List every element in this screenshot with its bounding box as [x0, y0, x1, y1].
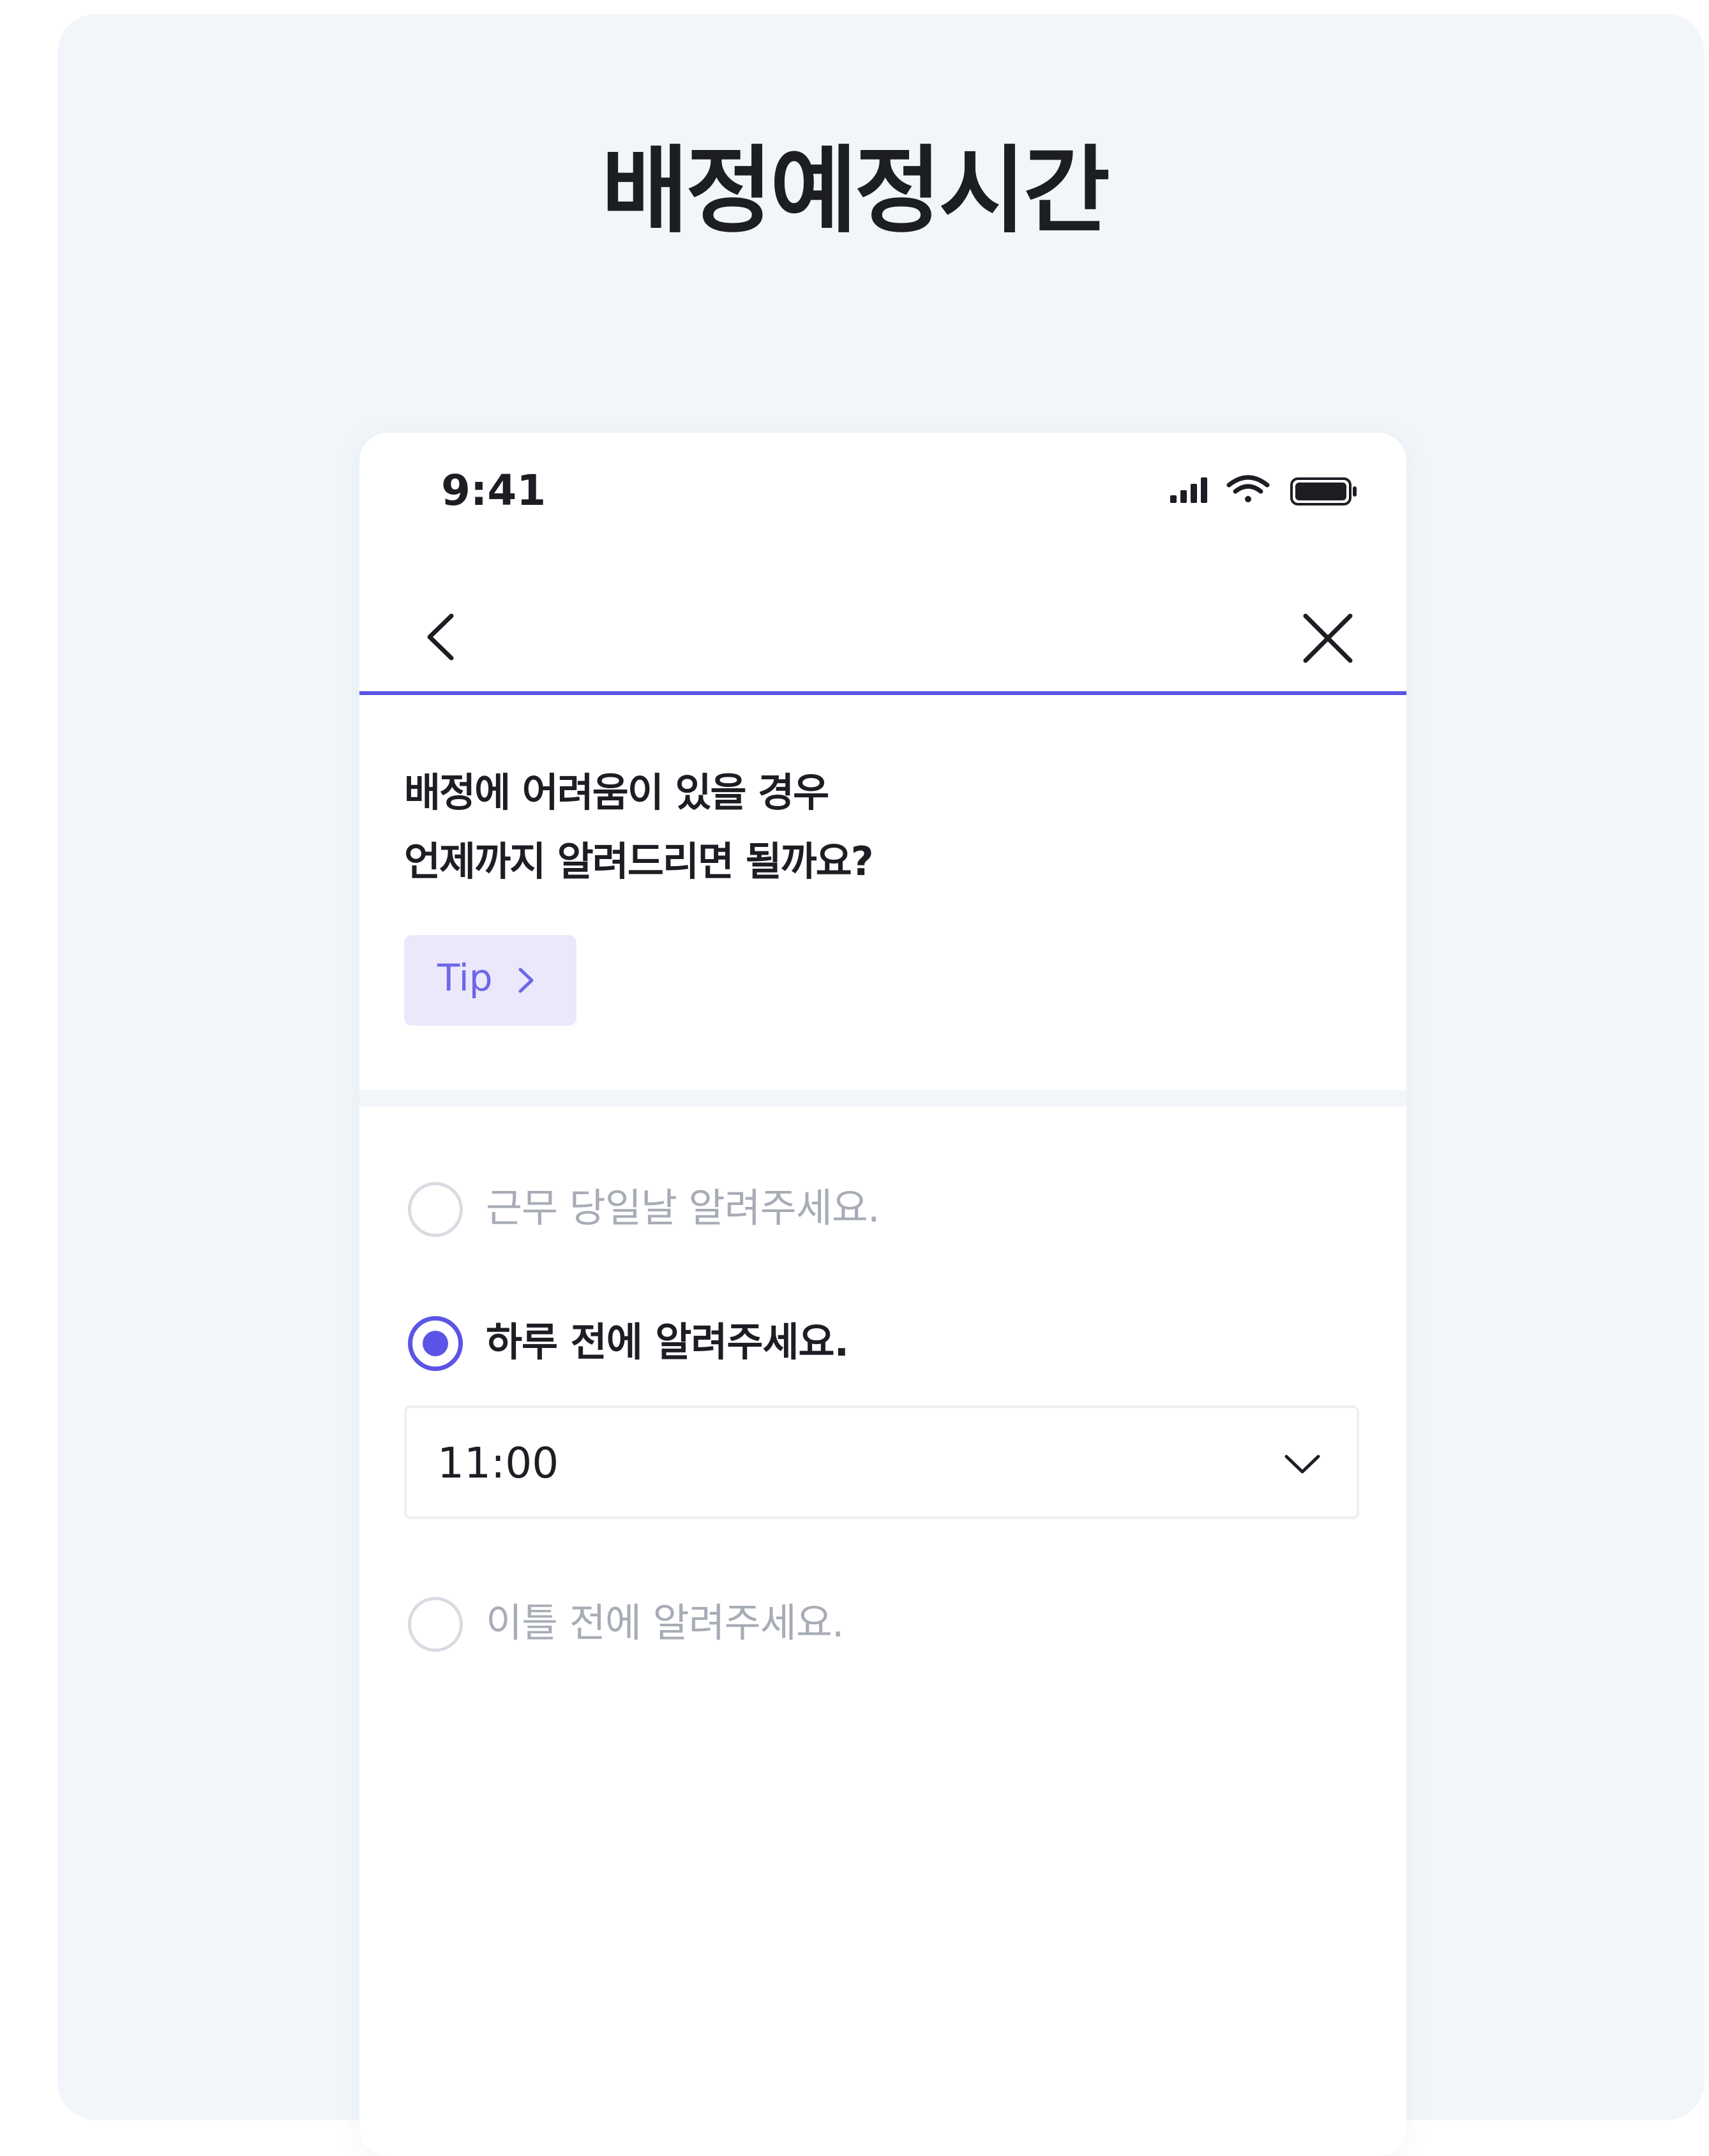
section-divider [359, 1090, 1406, 1107]
option-one-day-before[interactable]: 하루 전에 알려주세요. [408, 1314, 1302, 1375]
status-icons [1170, 475, 1357, 505]
navigation-bar [359, 583, 1406, 695]
tip-button[interactable]: Tip [404, 935, 576, 1026]
chevron-left-icon[interactable] [414, 608, 472, 666]
radio-button[interactable] [408, 1597, 463, 1652]
page-title: 배정예정시간 [601, 136, 1110, 246]
phone-screen: 9:41 배정에 어려움이 있을 경우 언제까지 알려드리면 될까요? Tip … [359, 433, 1406, 2156]
option-label: 이틀 전에 알려주세요. [486, 1599, 844, 1646]
option-same-day[interactable]: 근무 당일날 알려주세요. [408, 1179, 1302, 1241]
time-select[interactable]: 11:00 [404, 1405, 1359, 1519]
battery-icon [1290, 477, 1357, 505]
cellular-signal-icon [1170, 477, 1207, 503]
radio-button-selected[interactable] [408, 1316, 463, 1371]
chevron-down-icon [1284, 1455, 1320, 1474]
option-label: 하루 전에 알려주세요. [486, 1319, 849, 1365]
question-line-2: 언제까지 알려드리면 될까요? [404, 838, 874, 885]
question-text: 배정에 어려움이 있을 경우 언제까지 알려드리면 될까요? [404, 758, 874, 896]
radio-button[interactable] [408, 1182, 463, 1237]
time-select-value: 11:00 [437, 1439, 559, 1488]
close-icon[interactable] [1299, 610, 1357, 667]
question-line-1: 배정에 어려움이 있을 경우 [404, 769, 829, 816]
option-two-days-before[interactable]: 이틀 전에 알려주세요. [408, 1594, 1302, 1656]
option-label: 근무 당일날 알려주세요. [486, 1185, 880, 1231]
tip-label: Tip [437, 956, 493, 999]
chevron-right-icon [518, 968, 534, 993]
status-time: 9:41 [441, 466, 546, 515]
wifi-icon [1226, 475, 1270, 502]
